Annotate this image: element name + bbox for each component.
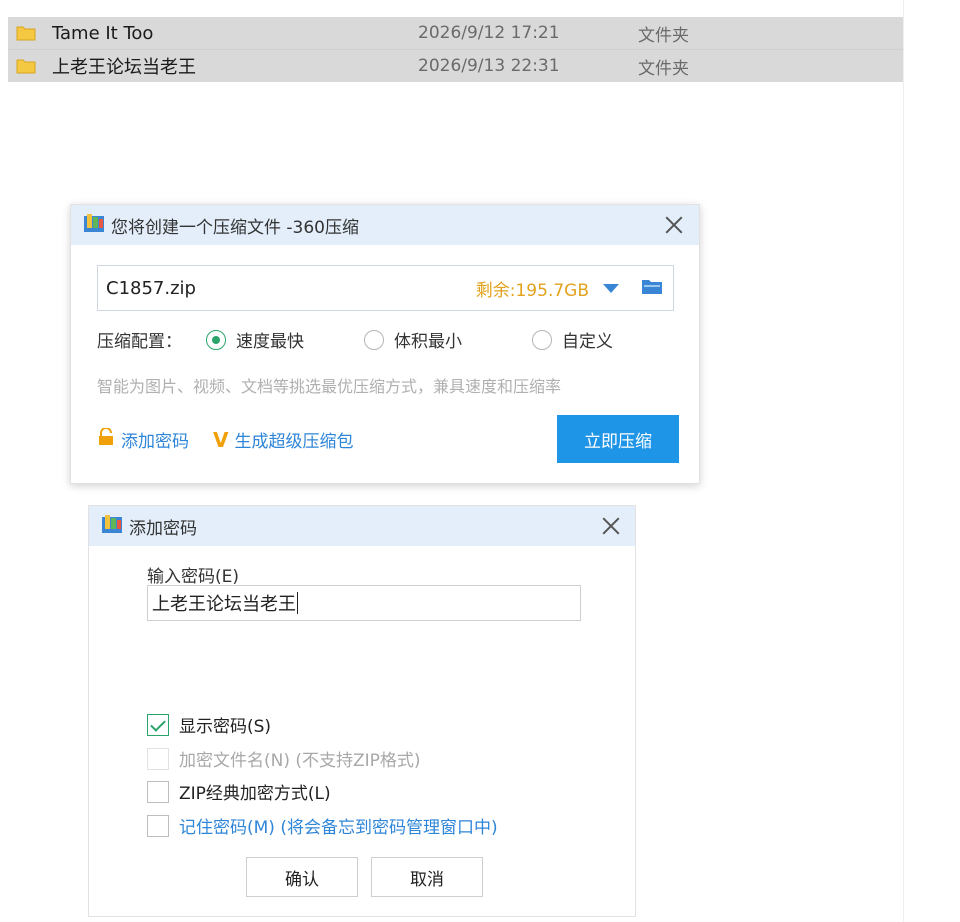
lock-icon[interactable]: [97, 427, 115, 451]
archive-app-icon: [101, 514, 123, 538]
compress-dialog-title: 您将创建一个压缩文件 -360压缩: [111, 217, 359, 238]
checkbox-icon[interactable]: [147, 780, 169, 803]
password-value: 上老王论坛当老王: [152, 594, 296, 615]
option-label: 体积最小: [394, 332, 462, 352]
ok-button[interactable]: 确认: [246, 857, 358, 897]
radio-icon[interactable]: [364, 329, 384, 350]
folder-icon: [16, 25, 36, 41]
config-label: 压缩配置：: [97, 332, 182, 352]
file-date: 2026/9/13 22:31: [418, 56, 560, 76]
compress-now-button[interactable]: 立即压缩: [557, 415, 679, 463]
extra-links: 添加密码 V 生成超级压缩包: [97, 427, 353, 452]
show-password-option[interactable]: 显示密码(S): [147, 712, 271, 737]
file-type: 文件夹: [638, 25, 689, 46]
radio-icon[interactable]: [532, 329, 552, 350]
checkbox-disabled-icon: [147, 747, 169, 770]
compression-config: 压缩配置： 速度最快 体积最小 自定义: [97, 327, 613, 352]
vip-v-icon: V: [213, 427, 229, 452]
archive-filename[interactable]: C1857.zip: [106, 278, 476, 299]
checkbox-label: 显示密码(S): [179, 717, 272, 737]
checkbox-label: ZIP经典加密方式(L): [179, 784, 331, 804]
add-password-link[interactable]: 添加密码: [121, 427, 189, 452]
checkbox-label: 记住密码(M) (将会备忘到密码管理窗口中): [179, 818, 498, 838]
option-label: 自定义: [562, 332, 613, 352]
option-label: 速度最快: [236, 332, 304, 352]
password-label: 输入密码(E): [147, 567, 240, 587]
folder-browse-icon[interactable]: [641, 277, 663, 299]
file-type: 文件夹: [638, 58, 689, 79]
password-dialog-titlebar: 添加密码: [89, 506, 635, 546]
folder-icon: [16, 58, 36, 74]
password-dialog-title: 添加密码: [129, 518, 197, 539]
explorer-pane-edge: [903, 0, 904, 922]
password-input[interactable]: 上老王论坛当老王: [147, 585, 581, 621]
close-icon[interactable]: [662, 213, 686, 237]
archive-path-field[interactable]: C1857.zip 剩余:195.7GB: [97, 265, 674, 311]
compress-dialog-titlebar: 您将创建一个压缩文件 -360压缩: [71, 205, 699, 245]
file-date: 2026/9/12 17:21: [418, 23, 560, 43]
option-custom[interactable]: 自定义: [532, 327, 613, 352]
archive-app-icon: [83, 213, 105, 237]
compress-dialog: 您将创建一个压缩文件 -360压缩 C1857.zip 剩余:195.7GB 压…: [70, 204, 700, 484]
compression-hint: 智能为图片、视频、文档等挑选最优压缩方式，兼具速度和压缩率: [97, 377, 562, 396]
zip-classic-encryption-option[interactable]: ZIP经典加密方式(L): [147, 779, 331, 804]
radio-selected-icon[interactable]: [206, 329, 226, 350]
checkbox-label: 加密文件名(N) (不支持ZIP格式): [179, 751, 421, 771]
text-caret: [297, 592, 298, 614]
remember-password-option[interactable]: 记住密码(M) (将会备忘到密码管理窗口中): [147, 813, 498, 838]
dropdown-arrow-icon[interactable]: [603, 283, 619, 293]
file-name: 上老王论坛当老王: [52, 57, 196, 78]
password-dialog: 添加密码 输入密码(E) 上老王论坛当老王 显示密码(S) 加密文件名(N) (…: [88, 505, 636, 917]
checkbox-icon[interactable]: [147, 814, 169, 837]
file-row[interactable]: Tame It Too 2026/9/12 17:21 文件夹: [8, 17, 903, 50]
file-name: Tame It Too: [52, 22, 154, 44]
close-icon[interactable]: [599, 514, 623, 538]
file-row[interactable]: 上老王论坛当老王 2026/9/13 22:31 文件夹: [8, 50, 903, 82]
option-smallest[interactable]: 体积最小: [364, 327, 462, 352]
free-space-label: 剩余:195.7GB: [475, 280, 589, 301]
super-pack-link[interactable]: 生成超级压缩包: [234, 427, 353, 452]
checkbox-checked-icon[interactable]: [147, 713, 169, 736]
encrypt-filenames-option: 加密文件名(N) (不支持ZIP格式): [147, 746, 421, 771]
cancel-button[interactable]: 取消: [371, 857, 483, 897]
option-fastest[interactable]: 速度最快: [206, 327, 304, 352]
